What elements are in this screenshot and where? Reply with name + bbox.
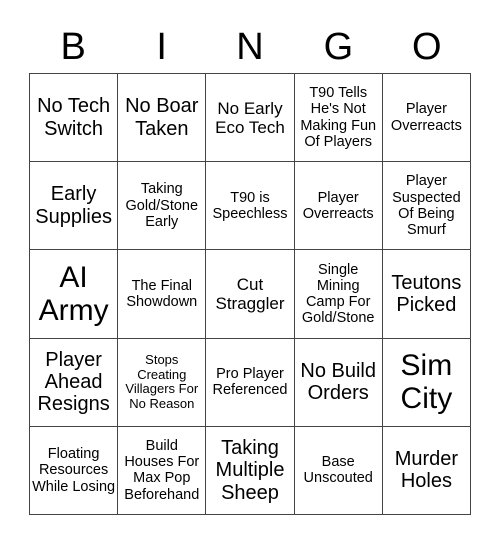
bingo-cell[interactable]: The Final Showdown bbox=[118, 250, 207, 339]
bingo-cell[interactable]: Taking Gold/Stone Early bbox=[118, 162, 207, 251]
bingo-cell[interactable]: No Tech Switch bbox=[30, 74, 119, 163]
header-letter-b: B bbox=[60, 26, 86, 68]
bingo-cell[interactable]: Early Supplies bbox=[30, 162, 119, 251]
header-letter-g: G bbox=[323, 26, 354, 68]
bingo-cell[interactable]: Single Mining Camp For Gold/Stone bbox=[294, 250, 383, 339]
bingo-header: B I N G O bbox=[29, 22, 471, 72]
bingo-cell[interactable]: T90 is Speechless bbox=[206, 162, 295, 251]
header-letter-i: I bbox=[156, 26, 167, 68]
bingo-cell[interactable]: Player Overreacts bbox=[294, 162, 383, 251]
bingo-cell[interactable]: T90 Tells He's Not Making Fun Of Players bbox=[294, 74, 383, 163]
bingo-cell[interactable]: Build Houses For Max Pop Beforehand bbox=[118, 426, 207, 515]
bingo-cell[interactable]: Stops Creating Villagers For No Reason bbox=[118, 338, 207, 427]
bingo-cell[interactable]: Cut Straggler bbox=[206, 250, 295, 339]
bingo-cell[interactable]: Murder Holes bbox=[382, 426, 471, 515]
header-letter-n: N bbox=[236, 26, 264, 68]
bingo-cell[interactable]: Player Suspected Of Being Smurf bbox=[382, 162, 471, 251]
bingo-cell[interactable]: AI Army bbox=[30, 250, 119, 339]
bingo-cell[interactable]: Sim City bbox=[382, 338, 471, 427]
header-letter-o: O bbox=[412, 26, 442, 68]
bingo-cell[interactable]: Player Overreacts bbox=[382, 74, 471, 163]
bingo-cell[interactable]: No Early Eco Tech bbox=[206, 74, 295, 163]
bingo-cell[interactable]: Taking Multiple Sheep bbox=[206, 426, 295, 515]
bingo-cell[interactable]: Base Unscouted bbox=[294, 426, 383, 515]
bingo-cell[interactable]: Teutons Picked bbox=[382, 250, 471, 339]
bingo-grid: No Tech Switch No Boar Taken No Early Ec… bbox=[29, 73, 471, 515]
bingo-cell[interactable]: Floating Resources While Losing bbox=[30, 426, 119, 515]
bingo-cell[interactable]: Pro Player Referenced bbox=[206, 338, 295, 427]
bingo-cell[interactable]: Player Ahead Resigns bbox=[30, 338, 119, 427]
bingo-cell[interactable]: No Build Orders bbox=[294, 338, 383, 427]
bingo-cell[interactable]: No Boar Taken bbox=[118, 74, 207, 163]
